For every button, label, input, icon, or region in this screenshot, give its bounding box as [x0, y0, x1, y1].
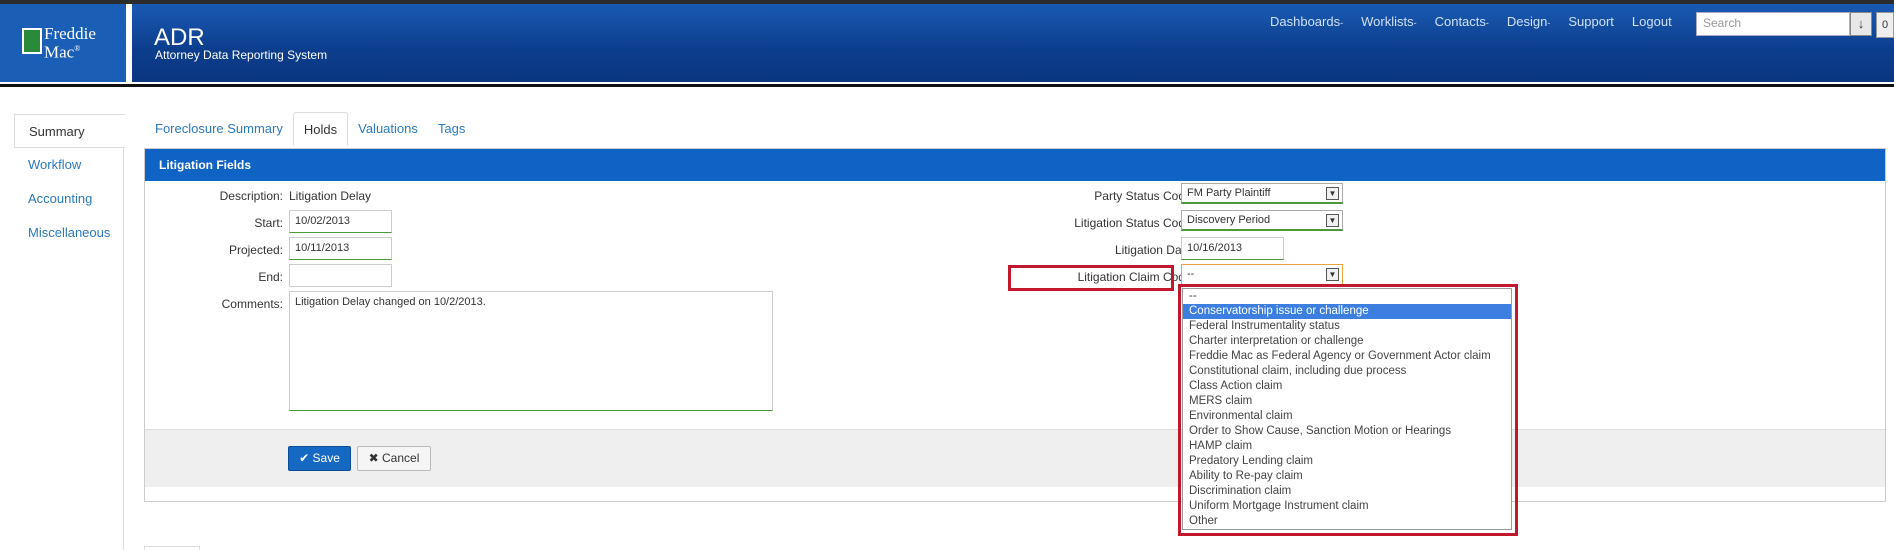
- sidebar: Summary Workflow Accounting Miscellaneou…: [14, 114, 125, 550]
- close-icon: ✖: [368, 451, 379, 465]
- chevron-down-icon: -: [1485, 18, 1489, 28]
- litigation-date-field[interactable]: 10/16/2013: [1181, 237, 1284, 260]
- sidebar-item-workflow[interactable]: Workflow: [14, 148, 123, 182]
- nav-support[interactable]: Support: [1568, 14, 1614, 29]
- download-icon[interactable]: ↓: [1850, 12, 1872, 36]
- chevron-down-icon: -: [1547, 18, 1551, 28]
- end-date-field[interactable]: [289, 264, 392, 287]
- cancel-button[interactable]: ✖ Cancel: [357, 446, 431, 471]
- nav-dashboards[interactable]: Dashboards-: [1270, 14, 1343, 29]
- logo-line-2: Mac: [44, 42, 75, 62]
- start-date-field[interactable]: 10/02/2013: [289, 210, 392, 233]
- house-logo-icon: [22, 28, 42, 54]
- sidebar-item-summary[interactable]: Summary: [14, 114, 125, 148]
- freddie-mac-logo[interactable]: Freddie Mac®: [0, 4, 126, 82]
- claim-code-value: --: [1187, 268, 1195, 280]
- app-subtitle: Attorney Data Reporting System: [155, 48, 328, 62]
- party-status-value: FM Party Plaintiff: [1187, 187, 1271, 199]
- comments-textarea[interactable]: Litigation Delay changed on 10/2/2013.: [289, 291, 773, 411]
- start-label: Start:: [254, 216, 283, 230]
- chevron-down-icon: -: [1413, 18, 1417, 28]
- bottom-tab-fragment: [144, 546, 200, 550]
- notification-badge[interactable]: 0: [1876, 12, 1894, 38]
- description-value: Litigation Delay: [289, 189, 372, 203]
- projected-date-field[interactable]: 10/11/2013: [289, 237, 392, 260]
- claim-code-select[interactable]: -- ▼: [1181, 264, 1343, 285]
- nav-worklists[interactable]: Worklists-: [1361, 14, 1416, 29]
- nav-logout[interactable]: Logout: [1632, 14, 1672, 29]
- chevron-down-icon: ▼: [1326, 268, 1339, 281]
- nav-design[interactable]: Design-: [1507, 14, 1550, 29]
- party-status-select[interactable]: FM Party Plaintiff ▼: [1181, 183, 1343, 204]
- search-input[interactable]: Search: [1696, 12, 1850, 36]
- description-label: Description:: [219, 189, 283, 203]
- save-button[interactable]: ✔ Save: [288, 446, 351, 471]
- checkmark-icon: ✔: [299, 451, 310, 465]
- chevron-down-icon: -: [1340, 18, 1344, 28]
- tab-holds[interactable]: Holds: [292, 112, 349, 146]
- dropdown-highlight: [1178, 284, 1518, 536]
- logo-separator: [126, 4, 132, 82]
- sidebar-item-accounting[interactable]: Accounting: [14, 182, 123, 216]
- litigation-status-label: Litigation Status Code:: [1074, 216, 1195, 230]
- top-nav: Dashboards- Worklists- Contacts- Design-…: [1270, 14, 1690, 29]
- litigation-panel: Litigation Fields Description: Litigatio…: [144, 148, 1886, 502]
- panel-title: Litigation Fields: [145, 149, 1885, 181]
- litigation-date-label: Litigation Date:: [1114, 243, 1195, 257]
- app-header: Freddie Mac® ADR Attorney Data Reporting…: [0, 4, 1894, 82]
- tab-tags[interactable]: Tags: [428, 112, 475, 146]
- litigation-status-value: Discovery Period: [1187, 214, 1271, 226]
- sidebar-item-miscellaneous[interactable]: Miscellaneous: [14, 216, 123, 250]
- save-label: Save: [312, 451, 340, 465]
- logo-line-1: Freddie: [44, 24, 96, 43]
- tab-valuations[interactable]: Valuations: [348, 112, 428, 146]
- chevron-down-icon: ▼: [1326, 187, 1339, 200]
- end-label: End:: [258, 270, 283, 284]
- comments-label: Comments:: [221, 297, 283, 311]
- form-footer: ✔ Save ✖ Cancel: [145, 429, 1885, 487]
- tab-bar: Foreclosure Summary Holds Valuations Tag…: [145, 112, 475, 146]
- header-divider: [0, 84, 1894, 87]
- logo-text: Freddie Mac®: [44, 24, 96, 62]
- logo-registered-mark: ®: [74, 44, 81, 53]
- claim-code-label-highlight: [1008, 265, 1174, 291]
- party-status-label: Party Status Code:: [1094, 189, 1195, 203]
- projected-label: Projected:: [228, 243, 283, 257]
- cancel-label: Cancel: [382, 451, 420, 465]
- tab-foreclosure-summary[interactable]: Foreclosure Summary: [145, 112, 293, 146]
- nav-contacts[interactable]: Contacts-: [1435, 14, 1489, 29]
- chevron-down-icon: ▼: [1326, 214, 1339, 227]
- litigation-status-select[interactable]: Discovery Period ▼: [1181, 210, 1343, 231]
